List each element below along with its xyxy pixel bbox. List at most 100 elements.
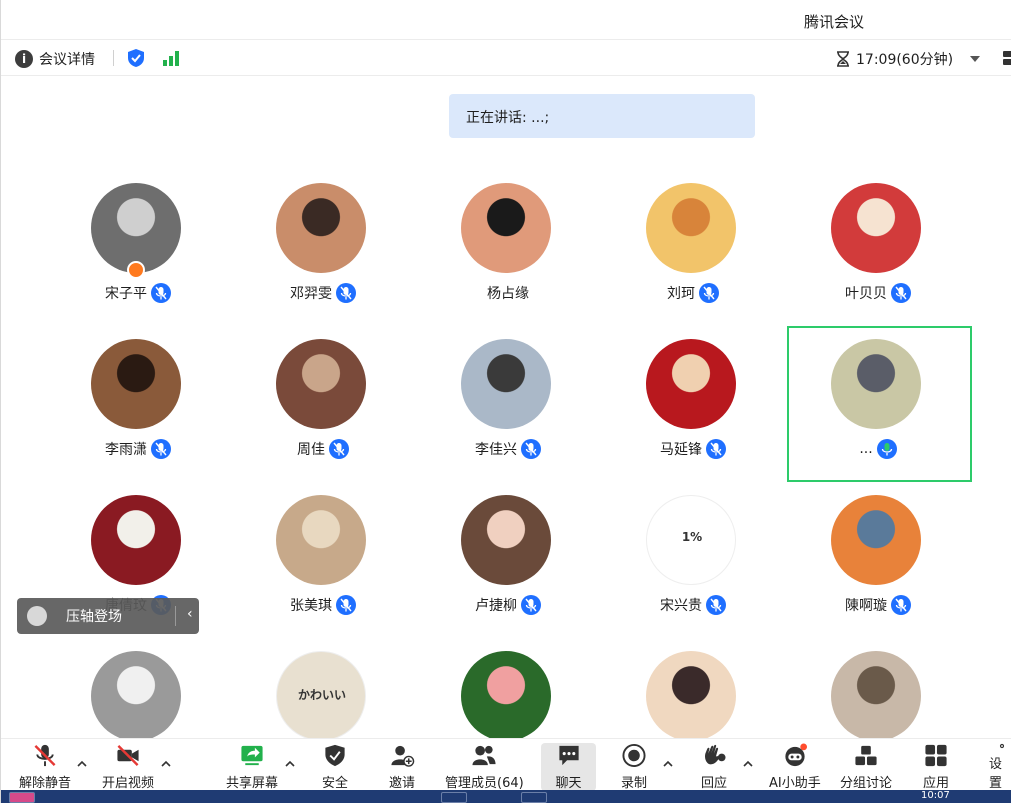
participant-tile[interactable]: 李佳兴: [415, 339, 601, 495]
avatar[interactable]: [831, 183, 921, 273]
microphone-muted-icon: [151, 439, 171, 459]
security-shield-icon[interactable]: [126, 48, 146, 68]
avatar[interactable]: [461, 339, 551, 429]
participant-tile[interactable]: 卢捷柳: [415, 495, 601, 651]
avatar[interactable]: [276, 183, 366, 273]
participant-name-row: 马延锋: [600, 439, 786, 459]
avatar[interactable]: [831, 495, 921, 585]
participant-name-row: 陳啊璇: [785, 595, 971, 615]
participant-tile[interactable]: 张美琪: [230, 495, 416, 651]
participant-name-row: 周佳: [230, 439, 416, 459]
participant-tile[interactable]: 1% 宋兴贵: [600, 495, 786, 651]
members-icon: [472, 745, 496, 766]
avatar[interactable]: [461, 183, 551, 273]
manage-members-label: 管理成员(64): [445, 776, 524, 791]
taskbar-app[interactable]: [9, 792, 35, 803]
participant-tile[interactable]: 邓羿雯: [230, 183, 416, 339]
avatar[interactable]: [831, 651, 921, 741]
view-layout-icon[interactable]: [1003, 51, 1011, 65]
chevron-left-icon[interactable]: ‹: [187, 606, 193, 622]
avatar[interactable]: [461, 651, 551, 741]
avatar[interactable]: [646, 183, 736, 273]
title-bar: 腾讯会议: [1, 0, 1011, 40]
wave-hand-icon: [704, 744, 726, 765]
participant-name: 宋子平: [105, 286, 147, 302]
share-screen-button[interactable]: 共享屏幕: [226, 743, 278, 791]
participant-name-row: 李雨潇: [45, 439, 231, 459]
avatar[interactable]: [91, 651, 181, 741]
share-screen-icon: [241, 745, 263, 766]
chevron-up-icon[interactable]: [161, 759, 171, 769]
participant-tile[interactable]: 宋子平: [45, 183, 231, 339]
settings-button[interactable]: 设置: [989, 743, 1011, 791]
start-video-button[interactable]: 开启视频: [102, 743, 154, 791]
ai-assistant-button[interactable]: AI小助手: [769, 743, 821, 791]
participant-name: 刘珂: [667, 286, 695, 302]
avatar[interactable]: [276, 495, 366, 585]
participant-tile[interactable]: 陳啊璇: [785, 495, 971, 651]
microphone-muted-icon: [706, 439, 726, 459]
entrance-toast[interactable]: 压轴登场 ‹: [17, 598, 199, 634]
participant-tile[interactable]: 李雨潇: [45, 339, 231, 495]
avatar[interactable]: 1%: [646, 495, 736, 585]
participant-tile[interactable]: 马延锋: [600, 339, 786, 495]
chevron-up-icon[interactable]: [77, 759, 87, 769]
manage-members-button[interactable]: 管理成员(64): [445, 743, 524, 791]
divider: [113, 50, 114, 66]
chevron-up-icon[interactable]: [663, 759, 673, 769]
record-icon: [622, 743, 646, 768]
microphone-muted-icon: [336, 283, 356, 303]
taskbar-app[interactable]: [521, 792, 547, 803]
participant-name: 李雨潇: [105, 442, 147, 458]
breakout-rooms-label: 分组讨论: [840, 776, 893, 791]
network-signal-icon[interactable]: [162, 50, 180, 66]
security-button[interactable]: 安全: [322, 743, 348, 791]
meeting-timer[interactable]: 17:09(60分钟): [836, 49, 981, 69]
participant-tile[interactable]: 刘珂: [600, 183, 786, 339]
avatar-text: 1%: [681, 530, 703, 544]
taskbar-clock: 10:07: [921, 790, 950, 801]
avatar[interactable]: かわいい: [276, 651, 366, 741]
video-off-icon: [117, 745, 139, 766]
apps-button[interactable]: 应用: [923, 743, 949, 791]
participant-name: 李佳兴: [475, 442, 517, 458]
participant-name: 叶贝贝: [845, 286, 887, 302]
avatar[interactable]: [91, 495, 181, 585]
breakout-rooms-button[interactable]: 分组讨论: [840, 743, 892, 791]
hourglass-icon: [837, 51, 849, 67]
info-icon: i: [15, 50, 33, 68]
meeting-window: 腾讯会议 i 会议详情 17:09(60分钟) 正在讲话: ...; 宋子平 邓…: [0, 0, 1011, 803]
avatar[interactable]: [646, 339, 736, 429]
chat-bubble-icon: [558, 745, 579, 766]
record-button[interactable]: 录制: [621, 743, 647, 791]
participant-tile[interactable]: 周佳: [230, 339, 416, 495]
chat-button[interactable]: 聊天: [541, 743, 596, 791]
settings-label: 设置: [989, 757, 1003, 791]
avatar[interactable]: [461, 495, 551, 585]
participant-name-row: 卢捷柳: [415, 595, 601, 615]
chevron-up-icon[interactable]: [285, 759, 295, 769]
taskbar-app[interactable]: [441, 792, 467, 803]
speaking-indicator: 正在讲话: ...;: [449, 94, 755, 138]
avatar[interactable]: [91, 339, 181, 429]
active-speaker-highlight: [787, 326, 972, 482]
avatar[interactable]: [646, 651, 736, 741]
security-label: 安全: [322, 776, 349, 791]
react-button[interactable]: 回应: [701, 743, 727, 791]
microphone-muted-icon: [706, 595, 726, 615]
avatar[interactable]: [91, 183, 181, 273]
participant-tile[interactable]: 杨占缘: [415, 183, 601, 339]
chevron-up-icon[interactable]: [743, 759, 753, 769]
invite-button[interactable]: 邀请: [389, 743, 415, 791]
toast-label: 压轴登场: [66, 609, 122, 625]
avatar[interactable]: [276, 339, 366, 429]
participant-name: 邓羿雯: [290, 286, 332, 302]
participant-tile[interactable]: 叶贝贝: [785, 183, 971, 339]
microphone-muted-icon: [329, 439, 349, 459]
host-badge-icon: [127, 261, 145, 279]
meeting-details-button[interactable]: i 会议详情: [15, 49, 95, 69]
unmute-button[interactable]: 解除静音: [19, 743, 71, 791]
participant-name: 周佳: [297, 442, 325, 458]
microphone-muted-icon: [151, 283, 171, 303]
participant-name: 卢捷柳: [475, 598, 517, 614]
